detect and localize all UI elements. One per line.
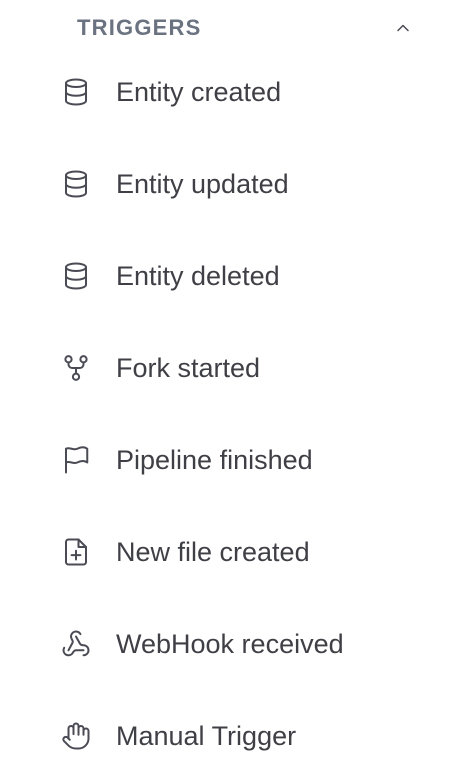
trigger-item-pipeline-finished[interactable]: Pipeline finished xyxy=(58,430,430,490)
trigger-item-manual-trigger[interactable]: Manual Trigger xyxy=(58,706,430,766)
database-icon xyxy=(58,258,94,294)
triggers-panel: TRIGGERS Entity created Entity updated E… xyxy=(0,0,466,783)
trigger-item-label: Manual Trigger xyxy=(116,720,297,751)
chevron-up-icon[interactable] xyxy=(392,17,414,39)
flag-icon xyxy=(58,442,94,478)
trigger-item-entity-updated[interactable]: Entity updated xyxy=(58,154,430,214)
trigger-item-label: WebHook received xyxy=(116,628,344,659)
trigger-item-webhook-received[interactable]: WebHook received xyxy=(58,614,430,674)
trigger-item-entity-created[interactable]: Entity created xyxy=(58,62,430,122)
trigger-item-label: Fork started xyxy=(116,352,261,383)
trigger-item-label: Pipeline finished xyxy=(116,444,313,475)
git-fork-icon xyxy=(58,350,94,386)
trigger-item-label: Entity deleted xyxy=(116,260,280,291)
database-icon xyxy=(58,166,94,202)
trigger-item-entity-deleted[interactable]: Entity deleted xyxy=(58,246,430,306)
hand-icon xyxy=(58,718,94,754)
trigger-item-label: Entity created xyxy=(116,76,282,107)
database-icon xyxy=(58,74,94,110)
trigger-item-label: New file created xyxy=(116,536,310,567)
trigger-item-label: Entity updated xyxy=(116,168,289,199)
trigger-list: Entity created Entity updated Entity del… xyxy=(58,62,430,783)
section-title: TRIGGERS xyxy=(77,15,202,40)
triggers-section-header[interactable]: TRIGGERS xyxy=(58,8,430,48)
file-plus-icon xyxy=(58,534,94,570)
webhook-icon xyxy=(58,626,94,662)
trigger-item-fork-started[interactable]: Fork started xyxy=(58,338,430,398)
trigger-item-new-file-created[interactable]: New file created xyxy=(58,522,430,582)
